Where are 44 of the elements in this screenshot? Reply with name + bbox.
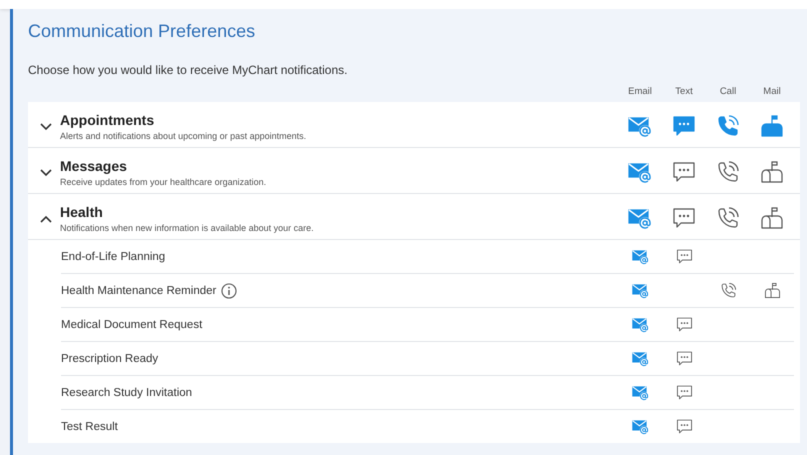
chat-bubble-icon[interactable] <box>676 384 692 401</box>
mailbox-icon[interactable] <box>760 160 784 184</box>
chat-bubble-icon[interactable] <box>676 316 692 333</box>
notification-type: End-of-Life Planning <box>61 250 166 262</box>
phone-icon[interactable] <box>716 114 740 138</box>
collapse-chevron-icon[interactable] <box>40 215 52 223</box>
mailbox-icon[interactable] <box>760 114 784 138</box>
category-description: Notifications when new information is available about your care. <box>60 223 315 233</box>
phone-icon[interactable] <box>716 160 740 184</box>
phone-icon[interactable] <box>720 282 736 299</box>
column-header: Text <box>674 86 694 99</box>
page-title: Communication Preferences <box>28 21 256 42</box>
notification-type: Medical Document Request <box>61 318 202 330</box>
category-title[interactable]: Appointments <box>60 112 618 128</box>
chat-bubble-icon[interactable] <box>676 418 692 435</box>
notification-type: Research Study Invitation <box>61 386 192 398</box>
chat-bubble-icon[interactable] <box>676 350 692 367</box>
category-title[interactable]: Messages <box>60 158 618 174</box>
notification-type: Test Result <box>61 420 118 432</box>
phone-icon[interactable] <box>716 206 740 230</box>
notification-type: Health Maintenance Reminder <box>61 284 216 296</box>
email-icon[interactable] <box>632 282 648 299</box>
email-icon[interactable] <box>632 384 648 401</box>
email-icon[interactable] <box>632 350 648 367</box>
column-header: Email <box>627 86 653 99</box>
chat-bubble-icon[interactable] <box>672 114 696 138</box>
email-icon[interactable] <box>632 248 648 265</box>
column-header: Call <box>718 86 738 99</box>
chat-bubble-icon[interactable] <box>672 160 696 184</box>
notification-type: Prescription Ready <box>61 352 158 364</box>
mailbox-icon[interactable] <box>764 282 780 299</box>
chat-bubble-icon[interactable] <box>676 248 692 265</box>
column-header: Mail <box>762 86 782 99</box>
chat-bubble-icon[interactable] <box>672 206 696 230</box>
mailbox-icon[interactable] <box>760 206 784 230</box>
category-description: Receive updates from your healthcare organization. <box>60 177 268 187</box>
intro-text: Choose how you would like to receive MyChart notifications. <box>28 63 348 77</box>
email-icon[interactable] <box>632 418 648 435</box>
expand-chevron-icon[interactable] <box>40 169 52 177</box>
category-description: Alerts and notifications about upcoming or past appointments. <box>60 131 308 141</box>
category-title[interactable]: Health <box>60 204 618 220</box>
expand-chevron-icon[interactable] <box>40 123 52 131</box>
email-icon[interactable] <box>632 316 648 333</box>
info-icon[interactable] <box>221 282 238 298</box>
